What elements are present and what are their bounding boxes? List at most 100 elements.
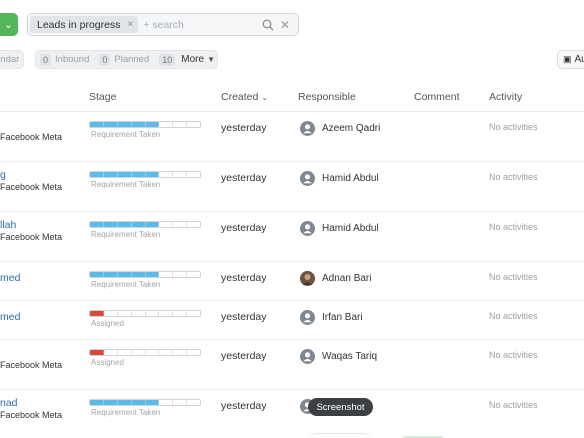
responsible-name[interactable]: Irfan Bari [322,312,363,323]
search-icon[interactable] [262,19,274,31]
stage-segment [103,172,118,177]
more-filters-button[interactable]: More [181,54,204,65]
lead-name-link[interactable]: med [0,311,20,323]
search-filter-box[interactable]: Leads in progress × + search ✕ [27,13,299,36]
stage-segment [103,222,118,227]
stage-segment [173,172,188,177]
stage-progress-bar[interactable] [89,171,201,178]
stage-segment [103,272,118,277]
stage-segment [117,172,132,177]
stage-segment [145,272,160,277]
stage-segment [159,122,174,127]
stage-label: Assigned [91,358,124,367]
stage-segment [159,222,174,227]
active-filter-chip[interactable]: Leads in progress × [30,16,139,33]
created-date: yesterday [221,222,267,234]
activity-status: No activities [489,311,538,321]
stage-segment [187,350,200,355]
stage-progress-bar[interactable] [89,271,201,278]
created-date: yesterday [221,311,267,323]
stage-segment [90,311,104,316]
stage-segment [90,172,104,177]
activity-status: No activities [489,222,538,232]
avatar[interactable] [300,221,315,236]
stage-segment [187,122,200,127]
stage-label: Requirement Taken [91,130,161,139]
stage-segment [131,222,146,227]
stage-progress-bar[interactable] [89,121,201,128]
column-header-created[interactable]: Created ⌄ [221,91,268,103]
activity-status: No activities [489,122,538,132]
lead-name-link[interactable]: g [0,169,6,181]
search-input[interactable]: + search [143,19,262,31]
lead-name-link[interactable]: llah [0,219,16,231]
stage-segment [173,400,188,405]
stage-segment [131,122,146,127]
stage-segment [90,272,104,277]
lead-name-link[interactable]: med [0,272,20,284]
primary-dropdown-button[interactable]: ⌄ [0,13,18,36]
stage-segment [90,350,104,355]
stage-progress-bar[interactable] [89,310,201,317]
stage-segment [146,350,160,355]
stage-segment [187,311,200,316]
clear-search-icon[interactable]: ✕ [280,18,290,32]
avatar[interactable] [300,171,315,186]
more-count: 10 [159,53,176,66]
created-date: yesterday [221,350,267,362]
stage-progress-bar[interactable] [89,221,201,228]
row-divider [0,261,584,262]
planned-filter[interactable]: Planned [114,54,149,65]
avatar[interactable] [300,349,315,364]
lead-source: Facebook Meta [0,232,63,242]
column-header-activity[interactable]: Activity [489,91,522,103]
activity-status: No activities [489,272,538,282]
counter-filter-group[interactable]: 0 Inbound 0 Planned 10 More ▼ [35,50,218,69]
stage-progress-bar[interactable] [89,349,201,356]
avatar[interactable] [300,121,315,136]
avatar[interactable] [300,310,315,325]
responsible-name[interactable]: Hamid Abdul [322,173,379,184]
stage-segment [173,350,188,355]
planned-count: 0 [99,53,111,66]
stage-segment [90,122,104,127]
responsible-name[interactable]: Azeem Qadri [322,123,380,134]
created-date: yesterday [221,172,267,184]
inbound-count: 0 [40,53,52,66]
stage-segment [90,222,104,227]
stage-label: Requirement Taken [91,180,161,189]
created-date: yesterday [221,400,267,412]
activity-status: No activities [489,400,538,410]
lead-source: Facebook Meta [0,132,63,142]
column-header-stage[interactable]: Stage [89,91,116,103]
column-header-responsible[interactable]: Responsible [298,91,356,103]
stage-segment [145,122,160,127]
column-header-comment[interactable]: Comment [414,91,460,103]
stage-label: Assigned [91,319,124,328]
remove-filter-icon[interactable]: × [127,19,133,30]
stage-segment [145,400,160,405]
stage-progress-bar[interactable] [89,399,201,406]
lead-name-link[interactable]: nad [0,397,18,409]
inbound-filter[interactable]: Inbound [55,54,89,65]
activity-status: No activities [489,350,538,360]
stage-segment [117,122,132,127]
responsible-name[interactable]: Hamid Abdul [322,223,379,234]
stage-segment [117,272,132,277]
responsible-name[interactable]: Adnan Bari [322,273,371,284]
calendar-filter-chip[interactable]: endar [0,50,24,69]
filter-chip-label: Leads in progress [37,18,121,31]
activity-status: No activities [489,172,538,182]
stage-segment [159,311,174,316]
stage-segment [118,350,132,355]
stage-segment [187,272,200,277]
stage-segment [103,122,118,127]
lead-source: Facebook Meta [0,360,63,370]
lead-source: Facebook Meta [0,182,63,192]
stage-segment [173,311,188,316]
row-divider [0,211,584,212]
automation-button[interactable]: ▣ Au [557,50,584,69]
avatar[interactable] [300,271,315,286]
lead-source: Facebook Meta [0,410,63,420]
responsible-name[interactable]: Waqas Tariq [322,351,377,362]
